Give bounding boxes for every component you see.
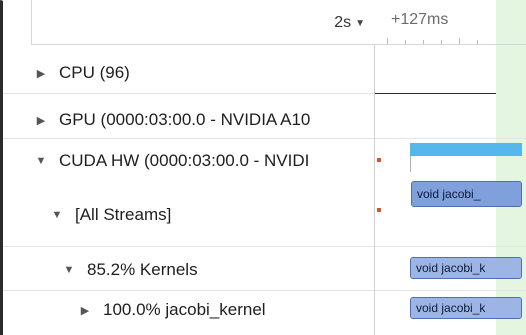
selection-highlight <box>496 0 526 335</box>
tree-row-all-streams[interactable]: ▼ [All Streams] <box>3 200 422 230</box>
ruler-tick <box>405 40 406 44</box>
track-divider <box>375 246 526 247</box>
tree-row-label: 100.0% jacobi_kernel <box>103 300 266 319</box>
kernel-bar[interactable]: void jacobi_ <box>411 181 522 207</box>
expand-icon[interactable]: ▶ <box>79 304 91 317</box>
tree-row-label: CPU (96) <box>59 63 130 82</box>
ruler-tick <box>441 40 442 44</box>
tree-row-cuda-hw[interactable]: ▼ CUDA HW (0000:03:00.0 - NVIDI <box>3 146 406 176</box>
tree-row-label: [All Streams] <box>75 205 172 224</box>
zoom-dropdown[interactable]: 2s ▼ <box>334 12 365 34</box>
track-divider <box>375 93 496 94</box>
tree-row-kernels[interactable]: ▼ 85.2% Kernels <box>3 255 434 285</box>
ruler-offset-label: +127ms <box>391 11 449 28</box>
ruler-tick <box>477 40 478 44</box>
kernel-bar-label: void jacobi_k <box>416 261 486 275</box>
kernel-bar-label: void jacobi_ <box>417 187 481 201</box>
collapse-icon[interactable]: ▼ <box>63 264 75 276</box>
expand-icon[interactable]: ▶ <box>35 67 47 80</box>
kernel-bar[interactable]: void jacobi_k <box>410 297 522 319</box>
usage-tick <box>410 156 411 172</box>
ruler-tick <box>423 40 424 44</box>
ruler-tick <box>459 38 460 44</box>
zoom-label: 2s <box>334 14 352 31</box>
kernel-bar[interactable]: void jacobi_k <box>410 257 522 279</box>
track-divider <box>375 290 526 291</box>
kernel-bar-label: void jacobi_k <box>416 301 486 315</box>
ruler-tick <box>387 38 388 44</box>
cuda-hw-usage-bar[interactable] <box>410 143 522 156</box>
tree-row-cpu[interactable]: ▶ CPU (96) <box>3 58 406 88</box>
row-divider <box>3 290 374 291</box>
row-divider <box>3 138 374 139</box>
activity-marker <box>377 208 381 212</box>
tree-panel: 2s ▼ ▶ CPU (96) ▶ GPU (0000:03:00.0 - NV… <box>3 0 375 335</box>
tree-row-label: CUDA HW (0000:03:00.0 - NVIDI <box>59 151 310 170</box>
tree-header: 2s ▼ <box>31 0 375 45</box>
tree-row-gpu[interactable]: ▶ GPU (0000:03:00.0 - NVIDIA A10 <box>3 105 406 135</box>
activity-marker <box>377 158 381 162</box>
tree-row-label: GPU (0000:03:00.0 - NVIDIA A10 <box>59 110 311 129</box>
row-divider <box>3 93 374 94</box>
tree-row-label: 85.2% Kernels <box>87 260 198 279</box>
row-divider <box>3 246 374 247</box>
expand-icon[interactable]: ▶ <box>35 114 47 127</box>
collapse-icon[interactable]: ▼ <box>35 155 47 167</box>
timeline-panel[interactable]: +127ms void jacobi_ void jacobi_k void j… <box>375 0 526 335</box>
collapse-icon[interactable]: ▼ <box>51 209 63 221</box>
track-divider <box>375 138 526 139</box>
chevron-down-icon: ▼ <box>355 17 365 29</box>
time-ruler[interactable]: +127ms <box>375 0 526 45</box>
